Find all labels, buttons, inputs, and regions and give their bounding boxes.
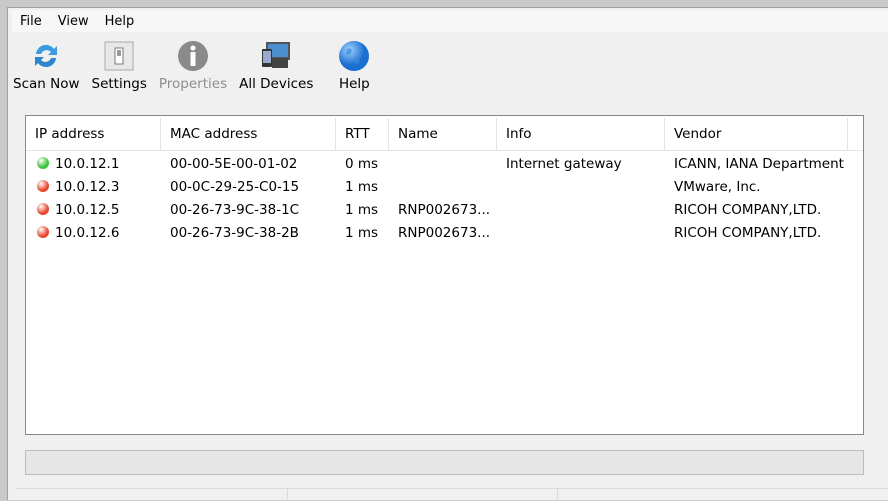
col-info[interactable]: Info — [497, 118, 665, 150]
col-mac[interactable]: MAC address — [161, 118, 336, 150]
properties-label: Properties — [158, 76, 228, 92]
ip-text: 10.0.12.1 — [55, 155, 120, 172]
table-row[interactable]: 10.0.12.5 00-26-73-9C-38-1C 1 ms RNP002673.… — [26, 198, 863, 221]
cell-rtt: 0 ms — [336, 156, 389, 172]
cell-mac: 00-26-73-9C-38-2B — [161, 225, 336, 241]
globe-icon — [337, 39, 371, 73]
app-window: File View Help Scan Now Settings Propert… — [7, 7, 888, 501]
col-vendor[interactable]: Vendor — [665, 118, 848, 150]
status-offline-icon — [37, 202, 49, 215]
cell-vendor: VMware, Inc. — [665, 179, 848, 195]
status-bar — [16, 488, 888, 501]
cell-mac: 00-00-5E-00-01-02 — [161, 156, 336, 172]
properties-button[interactable]: Properties — [154, 34, 232, 102]
menu-bar: File View Help — [12, 10, 888, 32]
all-devices-label: All Devices — [239, 76, 314, 92]
help-button[interactable]: Help — [332, 34, 376, 102]
col-rtt[interactable]: RTT — [336, 118, 389, 150]
switch-icon — [102, 39, 136, 73]
cell-rtt: 1 ms — [336, 202, 389, 218]
refresh-icon — [29, 39, 63, 73]
menu-file[interactable]: File — [12, 14, 50, 29]
scan-now-label: Scan Now — [13, 76, 80, 92]
vendor-text: RICOH COMPANY,LTD. — [674, 201, 822, 218]
status-pane — [16, 489, 288, 501]
ip-text: 10.0.12.6 — [55, 224, 120, 241]
cell-mac: 00-0C-29-25-C0-15 — [161, 179, 336, 195]
scan-now-button[interactable]: Scan Now — [8, 34, 85, 102]
menu-view[interactable]: View — [50, 14, 97, 29]
status-offline-icon — [37, 179, 49, 192]
cell-rtt: 1 ms — [336, 225, 389, 241]
status-pane — [288, 489, 558, 501]
table-row[interactable]: 10.0.12.3 00-0C-29-25-C0-15 1 ms VMware, In… — [26, 175, 863, 198]
col-name[interactable]: Name — [389, 118, 497, 150]
toolbar: Scan Now Settings Properties All Devices… — [8, 34, 888, 102]
rtt-text: 1 ms — [345, 201, 379, 218]
cell-ip: 10.0.12.3 — [26, 179, 161, 195]
help-label: Help — [338, 76, 370, 92]
table-row[interactable]: 10.0.12.1 00-00-5E-00-01-02 0 ms Internet g… — [26, 152, 863, 175]
mac-text: 00-00-5E-00-01-02 — [170, 155, 298, 172]
info-icon — [176, 39, 210, 73]
table-row[interactable]: 10.0.12.6 00-26-73-9C-38-2B 1 ms RNP002673.… — [26, 221, 863, 244]
cell-vendor: RICOH COMPANY,LTD. — [665, 202, 848, 218]
col-ip[interactable]: IP address — [26, 118, 161, 150]
cell-name: RNP002673... — [389, 202, 497, 218]
cell-ip: 10.0.12.5 — [26, 202, 161, 218]
cell-mac: 00-26-73-9C-38-1C — [161, 202, 336, 218]
settings-button[interactable]: Settings — [87, 34, 152, 102]
device-list[interactable]: IP address MAC address RTT Name Info Ven… — [25, 115, 864, 435]
status-online-icon — [37, 156, 49, 169]
mac-text: 00-26-73-9C-38-1C — [170, 201, 300, 218]
progress-bar — [25, 450, 864, 475]
cell-vendor: ICANN, IANA Department — [665, 156, 848, 172]
cell-ip: 10.0.12.1 — [26, 156, 161, 172]
list-header: IP address MAC address RTT Name Info Ven… — [26, 118, 863, 151]
settings-label: Settings — [91, 76, 147, 92]
status-offline-icon — [37, 225, 49, 238]
mac-text: 00-0C-29-25-C0-15 — [170, 178, 300, 195]
status-pane — [558, 489, 888, 501]
info-text: Internet gateway — [506, 155, 622, 172]
cell-ip: 10.0.12.6 — [26, 225, 161, 241]
vendor-text: ICANN, IANA Department — [674, 155, 844, 172]
devices-icon — [259, 39, 293, 73]
vendor-text: RICOH COMPANY,LTD. — [674, 224, 822, 241]
rtt-text: 1 ms — [345, 178, 379, 195]
cell-name: RNP002673... — [389, 225, 497, 241]
cell-info: Internet gateway — [497, 156, 665, 172]
menu-help[interactable]: Help — [97, 14, 143, 29]
vendor-text: VMware, Inc. — [674, 178, 761, 195]
cell-vendor: RICOH COMPANY,LTD. — [665, 225, 848, 241]
all-devices-button[interactable]: All Devices — [234, 34, 318, 102]
name-text: RNP002673... — [398, 201, 491, 218]
name-text: RNP002673... — [398, 224, 491, 241]
ip-text: 10.0.12.5 — [55, 201, 120, 218]
rtt-text: 0 ms — [345, 155, 379, 172]
rtt-text: 1 ms — [345, 224, 379, 241]
mac-text: 00-26-73-9C-38-2B — [170, 224, 299, 241]
cell-rtt: 1 ms — [336, 179, 389, 195]
ip-text: 10.0.12.3 — [55, 178, 120, 195]
